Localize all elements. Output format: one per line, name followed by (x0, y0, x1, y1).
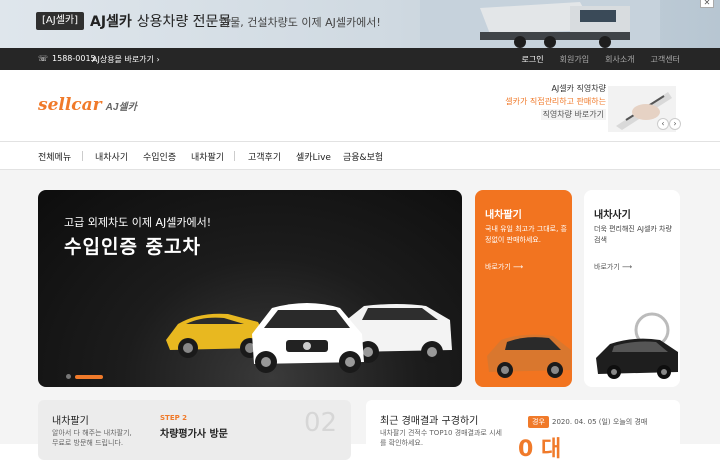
banner-subtitle: 화물, 건설차량도 이제 AJ셀카에서! (220, 16, 381, 29)
buy-card-title: 내차사기 (594, 210, 631, 221)
steps-card-title: 내차팔기 (52, 416, 89, 427)
promo-line3: 직영차량 바로가기 (540, 109, 606, 120)
hero-pagination (66, 374, 103, 379)
step-title: 차량평가사 방문 (160, 429, 228, 440)
banner-close-icon[interactable]: ✕ (700, 0, 714, 8)
buy-card-desc: 더욱 편리해진 AJ셀카 차량 검색 (594, 225, 672, 244)
company-link[interactable]: 회사소개 (605, 54, 634, 65)
direct-car-promo[interactable]: AJ셀카 직영차량 셀카가 직접관리하고 판매하는 직영차량 바로가기 (500, 82, 680, 132)
dump-truck-image (420, 0, 660, 48)
black-car-magnifier-image (596, 312, 678, 379)
logo-sub: AJ셀카 (105, 102, 137, 113)
promo-line2: 셀카가 직접관리하고 판매하는 (505, 97, 606, 106)
arrow-right-icon: ⟶ (622, 263, 633, 271)
auction-card-title: 최근 경매결과 구경하기 (380, 416, 479, 427)
banner-brand-rest: 상용차량 전문몰 (136, 14, 232, 30)
auction-badge: 경우 (528, 416, 549, 428)
nav-sell[interactable]: 내차팔기 (191, 150, 224, 163)
phone-number[interactable]: ☏ 1588-0015 (38, 54, 96, 63)
banner-brand-bold: AJ셀카 (90, 14, 132, 30)
customer-center-link[interactable]: 고객센터 (651, 54, 680, 65)
pagination-dot[interactable] (66, 374, 71, 379)
auction-date: 2020. 04. 05 (일) 오늘의 경매 (552, 418, 648, 426)
nav-finance-insurance[interactable]: 금융&보험 (343, 150, 383, 163)
nav-reviews[interactable]: 고객후기 (248, 150, 281, 163)
phone-text: 1588-0015 (52, 54, 96, 63)
step-number: 02 (304, 408, 338, 438)
banner-brand: AJ셀카 상용차량 전문몰 (90, 11, 231, 31)
hero-small-text: 고급 외제차도 이제 AJ셀카에서! (64, 216, 212, 229)
main-content: 고급 외제차도 이제 AJ셀카에서! 수입인증 중고차 내차팔기 국내 유일 최… (0, 170, 720, 460)
hero-banner[interactable]: 고급 외제차도 이제 AJ셀카에서! 수입인증 중고차 (38, 190, 462, 387)
buy-card-more[interactable]: 바로가기 ⟶ (594, 262, 632, 272)
nav-divider (234, 151, 235, 161)
sell-more-label: 바로가기 (485, 263, 511, 271)
phone-icon: ☏ (38, 54, 49, 63)
utility-links: 로그인 회원가입 회사소개 고객센터 (522, 54, 680, 65)
sell-card-more[interactable]: 바로가기 ⟶ (485, 262, 523, 272)
buy-car-card[interactable]: 내차사기 더욱 편리해진 AJ셀카 차량 검색 바로가기 ⟶ (584, 190, 680, 387)
sellcar-logo[interactable]: sellcar AJ셀카 (38, 95, 137, 115)
commercial-mall-link[interactable]: AJ상용몰 바로가기 › (92, 54, 160, 65)
auction-count: 0 대 (518, 437, 562, 460)
imported-cars-image (166, 303, 452, 373)
banner-badge: [AJ셀카] (36, 12, 84, 30)
sell-car-card[interactable]: 내차팔기 국내 유일 최고가 그대로, 흥정없이 판매하세요. 바로가기 ⟶ (475, 190, 572, 387)
top-ad-banner[interactable]: [AJ셀카] AJ셀카 상용차량 전문몰 화물, 건설차량도 이제 AJ셀카에서… (0, 0, 720, 48)
utility-bar: ☏ 1588-0015 AJ상용몰 바로가기 › 로그인 회원가입 회사소개 고객… (0, 48, 720, 70)
nav-sellcar-live[interactable]: 셀카Live (296, 150, 331, 163)
main-nav: 전체메뉴 내차사기 수입인증 내차팔기 고객후기 셀카Live 금융&보험 (0, 143, 720, 170)
steps-card-desc: 알아서 다 해주는 내차팔기, 무료로 방문해 드립니다. (52, 429, 132, 447)
orange-car-image (487, 334, 571, 378)
signup-link[interactable]: 회원가입 (560, 54, 589, 65)
hero-title: 수입인증 중고차 (64, 236, 201, 258)
nav-divider (82, 151, 83, 161)
arrow-right-icon: ⟶ (513, 263, 524, 271)
nav-all-menu[interactable]: 전체메뉴 (38, 150, 71, 163)
promo-next-icon[interactable]: › (669, 118, 681, 130)
promo-line1: AJ셀카 직영차량 (551, 84, 606, 93)
chevron-right-icon: › (156, 55, 160, 64)
promo-prev-icon[interactable]: ‹ (657, 118, 669, 130)
pagination-dot-active[interactable] (75, 374, 103, 379)
logo-text: sellcar (38, 95, 102, 115)
auction-results-card[interactable]: 최근 경매결과 구경하기 내차팔기 견적수 TOP10 경매결과로 시세를 확인… (366, 400, 680, 460)
shortcut-label: AJ상용몰 바로가기 (92, 55, 154, 64)
login-link[interactable]: 로그인 (522, 54, 544, 65)
step-label: STEP 2 (160, 414, 188, 422)
sell-card-title: 내차팔기 (485, 210, 522, 221)
buy-more-label: 바로가기 (594, 263, 620, 271)
auction-card-desc: 내차팔기 견적수 TOP10 경매결과로 시세를 확인하세요. (380, 429, 502, 447)
nav-buy[interactable]: 내차사기 (95, 150, 128, 163)
sell-card-desc: 국내 유일 최고가 그대로, 흥정없이 판매하세요. (485, 225, 567, 244)
nav-import-certified[interactable]: 수입인증 (143, 150, 176, 163)
sell-steps-card[interactable]: 내차팔기 알아서 다 해주는 내차팔기, 무료로 방문해 드립니다. STEP … (38, 400, 351, 460)
